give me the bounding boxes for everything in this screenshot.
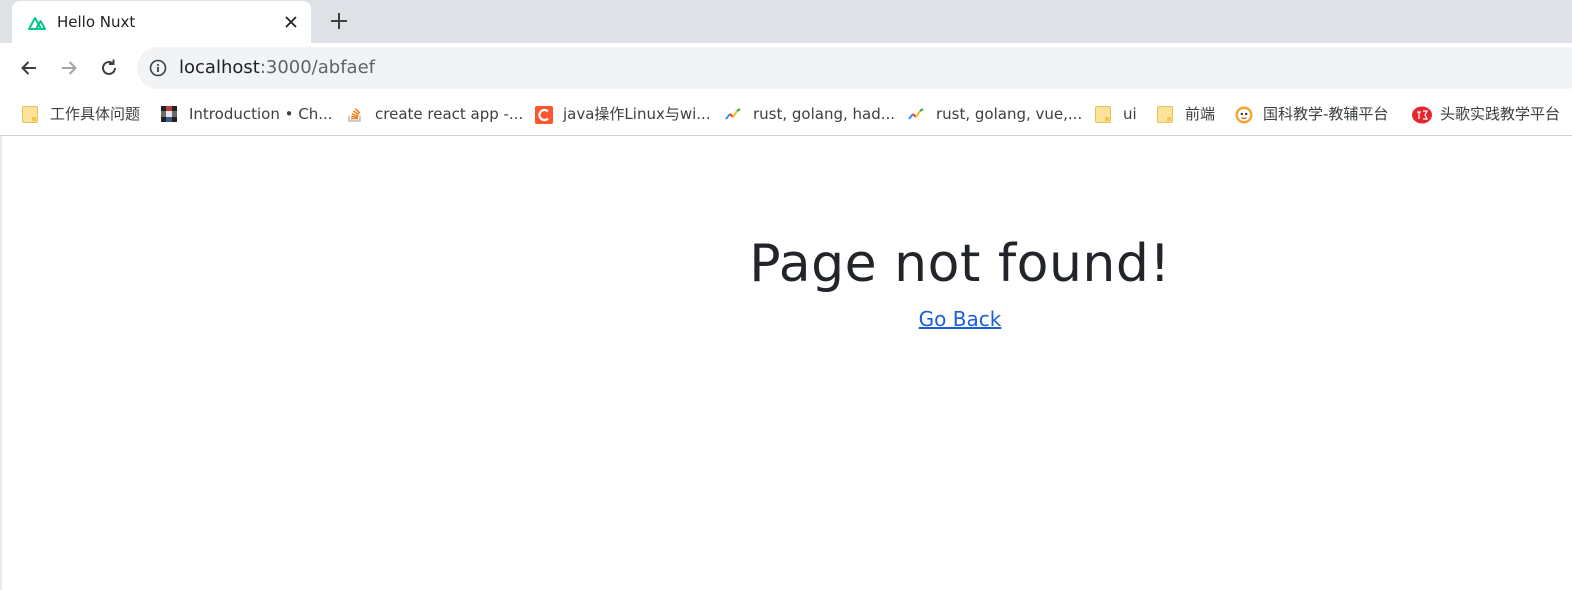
- go-back-link[interactable]: Go Back: [919, 307, 1002, 331]
- tab-title: Hello Nuxt: [57, 13, 136, 31]
- tab-hello-nuxt[interactable]: Hello Nuxt: [12, 1, 311, 43]
- reload-button[interactable]: [96, 55, 122, 81]
- reload-icon: [102, 59, 116, 75]
- school-logo-icon: [1235, 106, 1253, 124]
- url-host: localhost: [179, 57, 260, 78]
- page-title: Page not found!: [749, 234, 1171, 294]
- bookmark-label: create react app -...: [375, 105, 524, 123]
- bookmark-item[interactable]: java操作Linux与wi...: [535, 103, 711, 125]
- bookmark-label: Introduction • Ch...: [189, 105, 333, 123]
- bookmark-item[interactable]: Introduction • Ch...: [161, 103, 333, 125]
- url-path: :3000/abfaef: [259, 57, 375, 78]
- trend-chart-icon: [725, 106, 741, 122]
- back-link-container: Go Back: [2, 306, 1572, 332]
- browser-window: Hello Nuxt localhost:3000/abfaef 工作具体问题 …: [0, 0, 1572, 590]
- site-favicon-icon: [161, 106, 177, 122]
- forward-button[interactable]: [56, 55, 82, 81]
- bookmarks-bar: 工作具体问题 Introduction • Ch... create react…: [0, 93, 1572, 136]
- touge-logo-icon: [1412, 106, 1432, 124]
- bookmark-item[interactable]: 头歌实践教学平台: [1412, 103, 1560, 125]
- bookmark-label: 国科教学-教辅平台: [1263, 105, 1389, 123]
- bookmark-label: rust, golang, vue,...: [936, 105, 1083, 123]
- new-tab-plus-icon[interactable]: [327, 9, 351, 33]
- bookmark-item[interactable]: rust, golang, had...: [725, 103, 895, 125]
- folder-icon: [1157, 105, 1173, 123]
- url-text: localhost:3000/abfaef: [179, 58, 375, 78]
- bookmark-label: 头歌实践教学平台: [1440, 105, 1561, 123]
- csdn-icon: [535, 106, 553, 124]
- arrow-left-icon: [21, 61, 36, 75]
- bookmark-item[interactable]: ui: [1095, 103, 1137, 125]
- address-bar[interactable]: localhost:3000/abfaef: [137, 47, 1572, 89]
- tab-strip: Hello Nuxt: [0, 0, 1572, 43]
- bookmark-label: rust, golang, had...: [753, 105, 896, 123]
- info-icon[interactable]: [149, 59, 167, 77]
- close-icon[interactable]: [281, 12, 301, 32]
- folder-icon: [22, 105, 38, 123]
- bookmark-item[interactable]: create react app -...: [347, 103, 523, 125]
- bookmark-item[interactable]: 前端: [1157, 103, 1215, 125]
- nuxt-logo-icon: [28, 13, 48, 31]
- stackoverflow-icon: [347, 106, 363, 122]
- back-button[interactable]: [16, 55, 42, 81]
- bookmark-label: ui: [1123, 105, 1137, 123]
- folder-icon: [1095, 105, 1111, 123]
- page-content: Page not found! Go Back: [0, 136, 1572, 590]
- arrow-right-icon: [62, 61, 77, 75]
- bookmark-label: 前端: [1185, 105, 1216, 123]
- bookmark-item[interactable]: rust, golang, vue,...: [908, 103, 1082, 125]
- trend-chart-icon: [908, 106, 924, 122]
- bookmark-label: 工作具体问题: [50, 105, 141, 123]
- browser-toolbar: localhost:3000/abfaef: [0, 43, 1572, 93]
- bookmark-label: java操作Linux与wi...: [563, 105, 711, 123]
- bookmark-item[interactable]: 工作具体问题: [22, 103, 140, 125]
- bookmark-item[interactable]: 国科教学-教辅平台: [1235, 103, 1388, 125]
